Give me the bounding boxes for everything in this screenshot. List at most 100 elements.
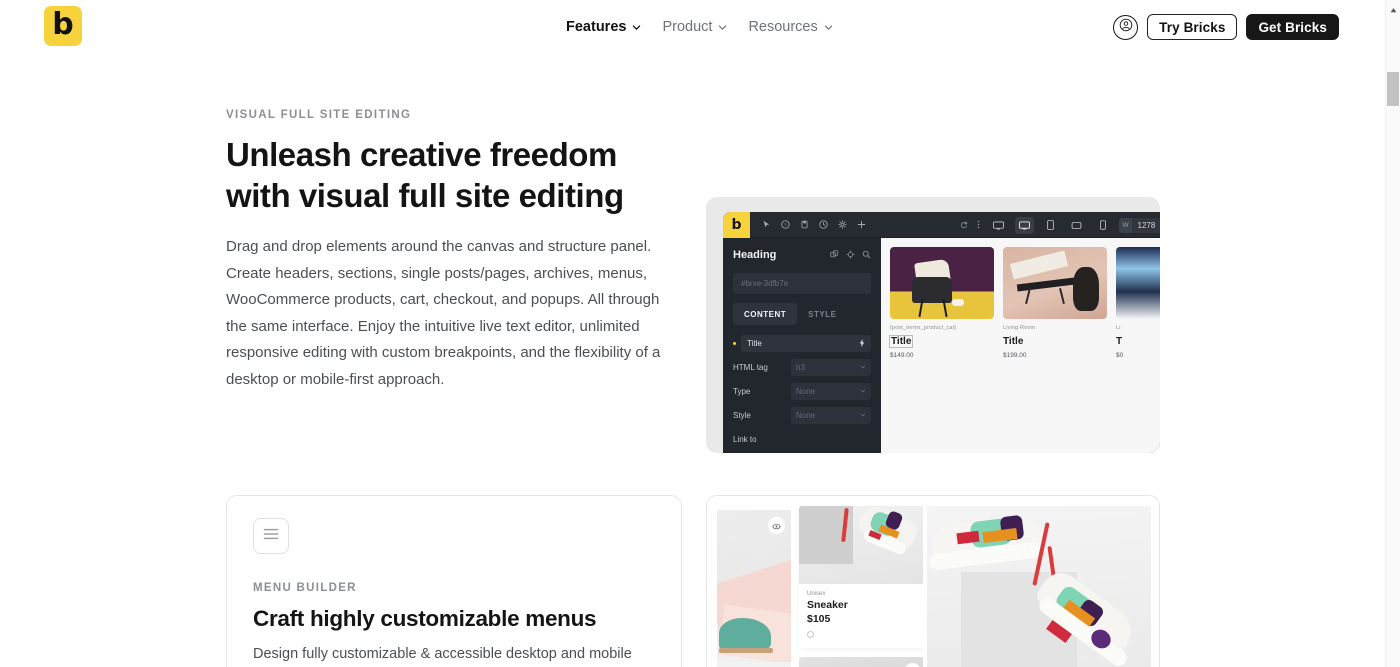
builder-toolbar-right: W 1278 H <box>960 212 1160 238</box>
main-navigation: Features Product Resources <box>566 17 833 37</box>
plus-icon[interactable] <box>857 216 866 234</box>
bricks-logo[interactable]: b <box>44 6 82 46</box>
try-bricks-button[interactable]: Try Bricks <box>1147 14 1238 40</box>
eye-icon <box>908 663 917 667</box>
cursor-icon[interactable] <box>762 216 771 234</box>
eye-icon-badge[interactable] <box>904 663 921 667</box>
site-header: b Features Product Resources Try Bricks … <box>0 0 1385 53</box>
panel-title: Heading <box>733 249 777 261</box>
title-input[interactable]: Title <box>741 335 871 352</box>
product-card[interactable]: Li T $0 <box>1116 247 1160 359</box>
builder-canvas[interactable]: {post_terms_product_cat} Title $149.00 L… <box>881 238 1160 453</box>
svg-text:?: ? <box>784 222 787 228</box>
canvas-width-field[interactable]: W 1278 <box>1119 217 1160 233</box>
shoe-title: Sneaker <box>807 599 848 611</box>
search-icon[interactable] <box>862 246 871 264</box>
more-vertical-icon[interactable] <box>975 216 982 234</box>
product-card[interactable]: {post_terms_product_cat} Title $149.00 <box>888 247 994 359</box>
panel-header-icons <box>830 246 871 264</box>
shoe-category: Unisex <box>807 591 826 597</box>
lightning-icon[interactable] <box>859 338 865 349</box>
settings-gear-icon[interactable] <box>838 216 847 234</box>
title-input-value: Title <box>747 339 762 348</box>
shoe-price: $105 <box>807 613 831 625</box>
shoe-column-left <box>707 496 791 667</box>
device-tablet-portrait-icon[interactable] <box>1041 217 1060 234</box>
nav-item-resources[interactable]: Resources <box>748 17 832 37</box>
device-desktop-wide-icon[interactable] <box>989 217 1008 234</box>
shoe-product-card[interactable]: Unisex Sneaker $105 <box>799 506 923 648</box>
product-category: {post_terms_product_cat} <box>890 325 957 331</box>
scrollbar-thumb[interactable] <box>1387 72 1399 106</box>
panel-tabs: CONTENT STYLE <box>733 303 871 325</box>
style-select[interactable]: None <box>791 407 871 424</box>
help-circle-icon[interactable]: ? <box>781 216 790 234</box>
menu-builder-card: MENU BUILDER Craft highly customizable m… <box>226 495 682 667</box>
tab-content[interactable]: CONTENT <box>733 303 798 325</box>
history-icon[interactable] <box>819 216 828 234</box>
page-scrollbar[interactable] <box>1385 0 1400 667</box>
get-bricks-button[interactable]: Get Bricks <box>1246 14 1339 40</box>
page-root: b Features Product Resources Try Bricks … <box>0 0 1400 667</box>
refresh-icon[interactable] <box>960 216 968 234</box>
menu-builder-icon-box <box>253 518 289 554</box>
color-swatch-icon[interactable] <box>807 631 814 638</box>
scroll-up-arrow-icon[interactable] <box>1389 2 1398 13</box>
account-button[interactable] <box>1113 14 1139 40</box>
product-title: T <box>1116 336 1123 347</box>
style-label: Style <box>733 411 751 420</box>
builder-ui: b ? W 1278 Heading #brxe-3dfb7e CONTENT … <box>723 212 1160 453</box>
target-icon[interactable] <box>846 246 855 264</box>
shoe-gallery: Unisex Sneaker $105 <box>707 496 1159 667</box>
panel-header: Heading <box>733 246 871 264</box>
tab-style[interactable]: STYLE <box>797 303 847 325</box>
builder-body: Heading #brxe-3dfb7e CONTENT STYLE Title… <box>723 238 1160 453</box>
chevron-down-icon <box>718 23 727 32</box>
builder-logo[interactable]: b <box>723 212 750 238</box>
width-value: 1278 <box>1137 220 1156 230</box>
hero-copy: VISUAL FULL SITE EDITING Unleash creativ… <box>226 108 678 393</box>
nav-label-resources: Resources <box>748 19 818 35</box>
nav-item-product[interactable]: Product <box>662 17 727 37</box>
shoe-column-right <box>923 496 1159 667</box>
product-image <box>890 247 994 319</box>
nav-item-features[interactable]: Features <box>566 17 641 37</box>
type-label: Type <box>733 387 751 396</box>
type-select[interactable]: None <box>791 383 871 400</box>
product-category: Living Room <box>1003 325 1036 331</box>
product-image <box>1003 247 1107 319</box>
field-style: Style None <box>733 407 871 424</box>
shoe-product-card-next[interactable] <box>799 657 923 667</box>
chevron-down-icon <box>860 411 866 420</box>
device-tablet-landscape-icon[interactable] <box>1067 217 1086 234</box>
field-type: Type None <box>733 383 871 400</box>
builder-tool-icons: ? <box>762 216 866 234</box>
width-label: W <box>1119 217 1132 233</box>
nav-label-features: Features <box>566 19 627 35</box>
link-to-label: Link to <box>733 435 757 444</box>
product-price: $149.00 <box>890 352 914 359</box>
save-icon[interactable] <box>800 216 809 234</box>
duplicate-icon[interactable] <box>830 246 839 264</box>
builder-toolbar: b ? W 1278 <box>723 212 1160 238</box>
chevron-down-icon <box>860 363 866 372</box>
eye-icon <box>772 517 781 535</box>
card-title: Craft highly customizable menus <box>253 606 597 631</box>
header-actions: Try Bricks Get Bricks <box>1113 14 1339 40</box>
product-card[interactable]: Living Room Title $199.00 <box>1003 247 1107 359</box>
card-eyebrow: MENU BUILDER <box>253 582 357 594</box>
shoe-hero-image <box>927 506 1151 667</box>
eye-icon-badge[interactable] <box>768 517 785 534</box>
style-value: None <box>796 411 816 420</box>
device-mobile-icon[interactable] <box>1093 217 1112 234</box>
type-value: None <box>796 387 816 396</box>
element-id-input[interactable]: #brxe-3dfb7e <box>733 273 871 294</box>
user-circle-icon <box>1119 18 1133 37</box>
chevron-down-icon <box>824 23 833 32</box>
device-desktop-icon[interactable] <box>1015 216 1035 234</box>
product-price: $0 <box>1116 352 1124 359</box>
shoe-product-image <box>799 506 923 584</box>
html-tag-select[interactable]: h3 <box>791 359 871 376</box>
html-tag-label: HTML tag <box>733 363 768 372</box>
field-status-dot <box>733 342 736 345</box>
